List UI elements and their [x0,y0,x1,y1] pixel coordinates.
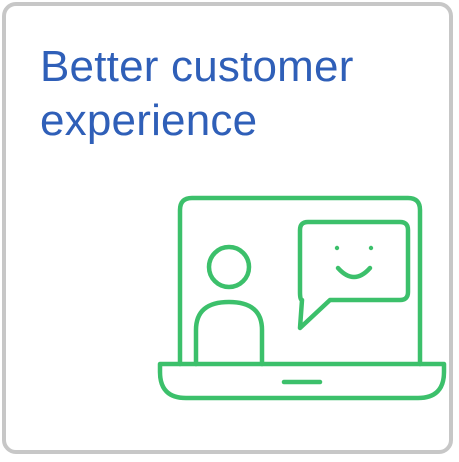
video-call-laptop-icon [157,195,447,401]
smiley-mouth-icon [335,265,373,280]
card-title: Better customer experience [40,42,354,145]
person-head-icon [206,244,252,290]
smiley-eye-left-icon [334,245,340,251]
feature-card: Better customer experience [2,2,453,454]
person-body-icon [193,299,265,367]
smiley-eye-right-icon [368,245,374,251]
